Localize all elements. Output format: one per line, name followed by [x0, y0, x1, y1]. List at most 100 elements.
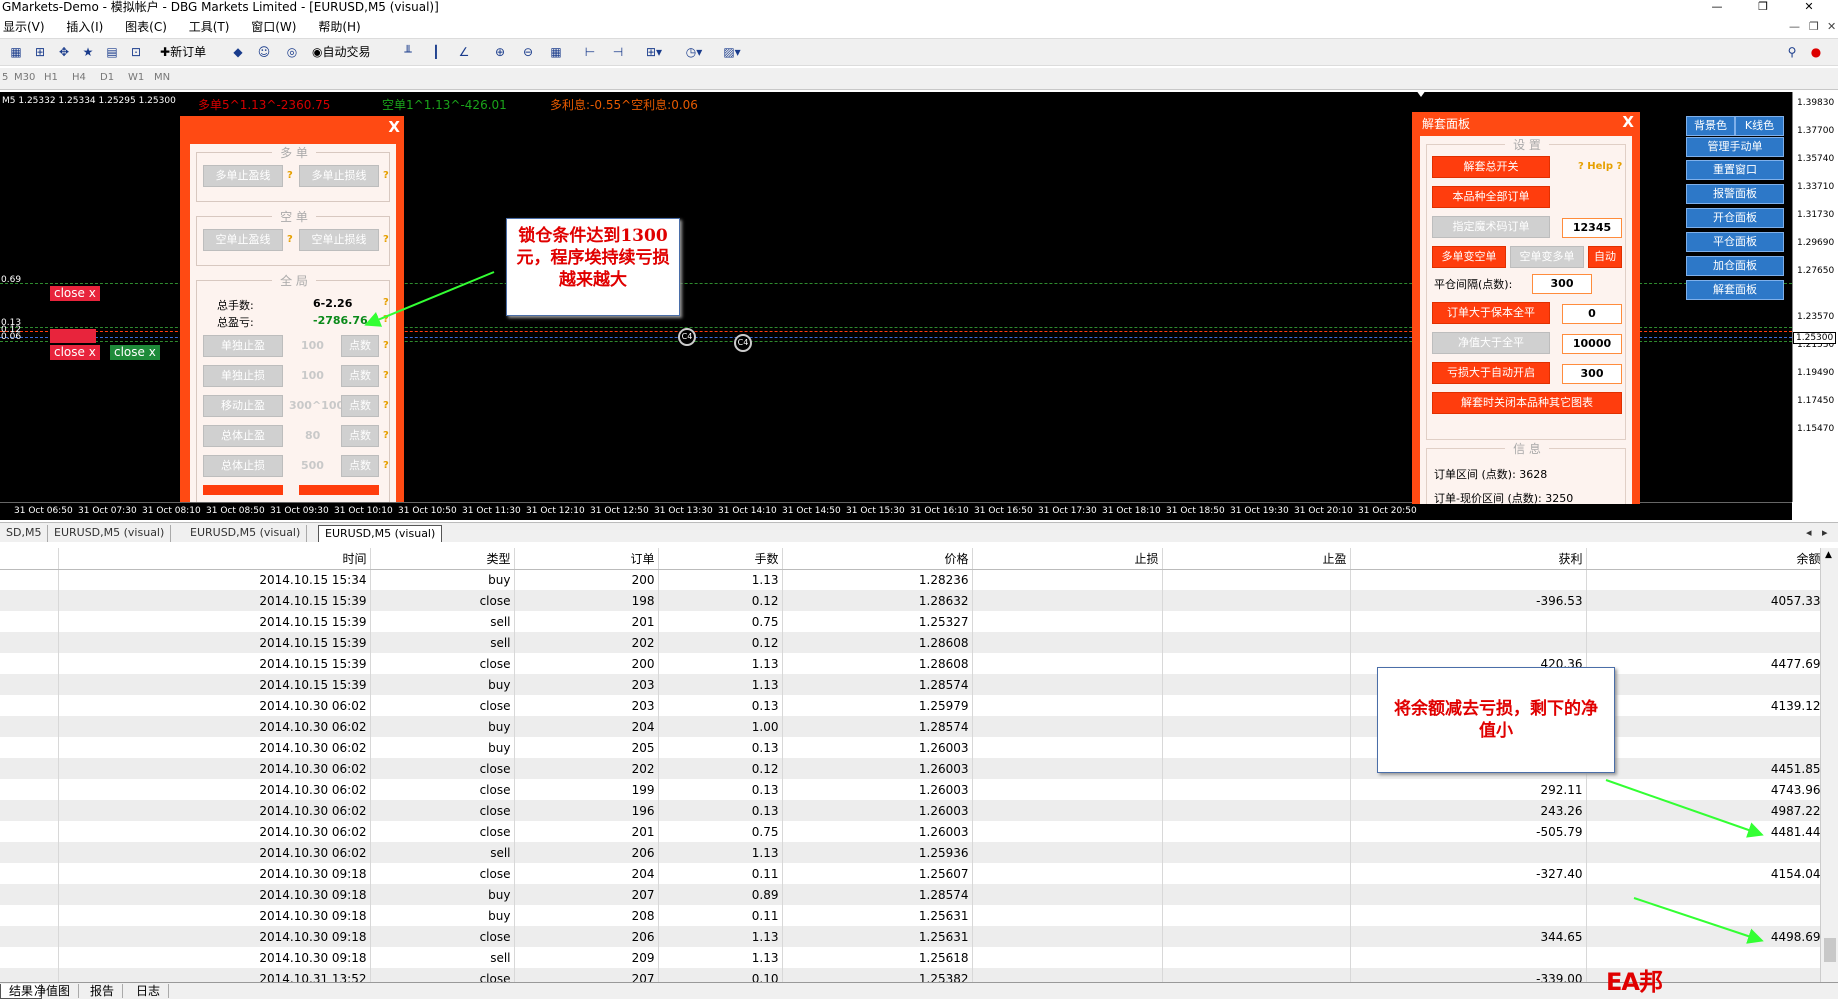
trailing-tp-button[interactable]: 移动止盈 [203, 395, 283, 417]
side-open-panel[interactable]: 开仓面板 [1686, 208, 1784, 228]
close-tag-2[interactable]: close x [50, 345, 100, 360]
partial-button-1[interactable] [203, 485, 283, 495]
tab-report[interactable]: 报告 [82, 984, 124, 998]
single-sl-points-button[interactable]: 点数 [341, 365, 379, 387]
chart-tab-2[interactable]: EURUSD,M5 (visual) [48, 525, 172, 542]
navigator-icon[interactable]: ▤ [102, 42, 122, 62]
long-sl-help-icon[interactable]: ? [383, 170, 389, 181]
mdi-close-icon[interactable]: ✕ [1824, 18, 1838, 33]
master-switch-button[interactable]: 解套总开关 [1432, 156, 1550, 178]
order-panel-close-button[interactable]: X [388, 118, 400, 136]
mdi-restore-icon[interactable]: ❐ [1806, 18, 1824, 33]
tf-mn[interactable]: MN [154, 72, 170, 83]
close-window-button[interactable]: ✕ [1786, 0, 1832, 16]
table-row[interactable]: 2014.10.15 15:34 buy 200 1.13 1.28236 [0, 569, 1820, 590]
k-color-button[interactable]: K线色 [1735, 116, 1784, 136]
close-tag-3[interactable]: close x [110, 345, 160, 360]
column-header[interactable]: 类型 [370, 548, 515, 570]
help-link[interactable]: ? Help ? [1578, 161, 1622, 172]
tabs-scroll-left-icon[interactable]: ◂ [1800, 525, 1818, 542]
tf-h4[interactable]: H4 [72, 72, 86, 83]
table-row[interactable]: 2014.10.30 06:02 sell 206 1.13 1.25936 [0, 842, 1820, 863]
tf-w1[interactable]: W1 [128, 72, 144, 83]
table-row[interactable]: 2014.10.30 06:02 close 196 0.13 1.26003 243.2… [0, 800, 1820, 821]
menu-tools[interactable]: 工具(T) [186, 16, 235, 35]
equity-input[interactable]: 10000 [1562, 334, 1622, 354]
table-row[interactable]: 2014.10.30 09:18 close 206 1.13 1.25631 344.6… [0, 926, 1820, 947]
side-reset-window[interactable]: 重置窗口 [1686, 160, 1784, 180]
column-header[interactable]: 订单 [514, 548, 659, 570]
templates-icon[interactable]: ▨▾ [722, 42, 742, 62]
tf-m5[interactable]: 5 [2, 72, 8, 83]
column-header[interactable]: 获利 [1350, 548, 1587, 570]
trailing-tp-points-button[interactable]: 点数 [341, 395, 379, 417]
single-tp-value[interactable]: 100 [301, 339, 324, 352]
maximize-button[interactable]: ❐ [1740, 0, 1786, 16]
notification-icon[interactable]: ● [1806, 42, 1826, 62]
table-row[interactable]: 2014.10.30 09:18 sell 209 1.13 1.25618 [0, 947, 1820, 968]
zoom-in-icon[interactable]: ⊕ [490, 42, 510, 62]
indicators-icon[interactable]: ⊞▾ [644, 42, 664, 62]
long-tp-help-icon[interactable]: ? [287, 170, 293, 181]
vertical-scrollbar[interactable]: ▲ [1820, 548, 1838, 982]
zoom-out-icon[interactable]: ⊖ [518, 42, 538, 62]
partial-button-2[interactable] [299, 485, 379, 495]
menu-charts[interactable]: 图表(C) [122, 16, 172, 35]
close-other-charts-button[interactable]: 解套时关闭本品种其它图表 [1432, 392, 1622, 414]
new-chart-icon[interactable]: ▦ [6, 42, 26, 62]
total-tp-points-button[interactable]: 点数 [341, 425, 379, 447]
chart-tab-3[interactable]: EURUSD,M5 (visual) [184, 525, 308, 542]
menu-insert[interactable]: 插入(I) [63, 16, 108, 35]
single-sl-value[interactable]: 100 [301, 369, 324, 382]
strategy-icon[interactable]: ☺ [254, 42, 274, 62]
table-row[interactable]: 2014.10.30 09:18 close 204 0.11 1.25607 -327.… [0, 863, 1820, 884]
table-row[interactable]: 2014.10.30 09:18 buy 208 0.11 1.25631 [0, 905, 1820, 926]
zoom-window-icon[interactable]: ⊡ [126, 42, 146, 62]
menu-view[interactable]: 显示(V) [0, 16, 50, 35]
tabs-scroll-right-icon[interactable]: ▸ [1816, 525, 1834, 542]
profiles-icon[interactable]: ⊞ [30, 42, 50, 62]
crosshair-icon[interactable]: ✥ [54, 42, 74, 62]
short-sl-help-icon[interactable]: ? [383, 234, 389, 245]
unlock-panel-close-button[interactable]: X [1622, 113, 1634, 131]
tf-m30[interactable]: M30 [14, 72, 35, 83]
bar-chart-icon[interactable]: ╨ [398, 42, 418, 62]
long-take-profit-button[interactable]: 多单止盈线 [203, 165, 283, 187]
chart-tab-4-active[interactable]: EURUSD,M5 (visual) [318, 525, 443, 542]
total-tp-help-icon[interactable]: ? [383, 430, 389, 441]
signals-icon[interactable]: ◎ [282, 42, 302, 62]
column-header[interactable]: 止损 [972, 548, 1163, 570]
column-header[interactable]: 时间 [58, 548, 371, 570]
chart-shift-marker[interactable] [1416, 92, 1426, 97]
tab-equity-graph[interactable]: 净值图 [26, 984, 80, 998]
bg-color-button[interactable]: 背景色 [1686, 116, 1735, 136]
total-sl-button[interactable]: 总体止损 [203, 455, 283, 477]
total-sl-value[interactable]: 500 [301, 459, 324, 472]
single-sl-help-icon[interactable]: ? [383, 370, 389, 381]
autoscroll-icon[interactable]: ⊣ [608, 42, 628, 62]
table-row[interactable]: 2014.10.15 15:39 sell 201 0.75 1.25327 [0, 611, 1820, 632]
short-stop-loss-button[interactable]: 空单止损线 [299, 229, 379, 251]
candles-icon[interactable]: ┃ [426, 42, 446, 62]
periods-icon[interactable]: ◷▾ [684, 42, 704, 62]
single-tp-button[interactable]: 单独止盈 [203, 335, 283, 357]
short-to-long-button[interactable]: 空单变多单 [1510, 246, 1584, 268]
column-header[interactable]: 止盈 [1162, 548, 1351, 570]
short-tp-help-icon[interactable]: ? [287, 234, 293, 245]
close-tag-1[interactable]: close x [50, 286, 100, 301]
meta-editor-icon[interactable]: ◆ [228, 42, 248, 62]
total-tp-value[interactable]: 80 [305, 429, 320, 442]
breakeven-input[interactable]: 0 [1562, 304, 1622, 324]
minimize-button[interactable]: — [1694, 0, 1740, 16]
scroll-up-icon[interactable]: ▲ [1825, 550, 1832, 560]
table-row[interactable]: 2014.10.31 13:52 close 207 0.10 1.25382 -339.… [0, 968, 1820, 982]
column-header[interactable]: 余额 [1586, 548, 1820, 570]
trailing-tp-help-icon[interactable]: ? [383, 400, 389, 411]
long-to-short-button[interactable]: 多单变空单 [1432, 246, 1506, 268]
total-sl-points-button[interactable]: 点数 [341, 455, 379, 477]
table-row[interactable]: 2014.10.30 06:02 close 199 0.13 1.26003 292.1… [0, 779, 1820, 800]
magic-order-button[interactable]: 指定魔术码订单 [1432, 216, 1550, 238]
auto-trading-button[interactable]: ◉自动交易 [310, 42, 371, 62]
equity-close-button[interactable]: 净值大于全平 [1432, 332, 1550, 354]
column-header[interactable]: 手数 [658, 548, 783, 570]
